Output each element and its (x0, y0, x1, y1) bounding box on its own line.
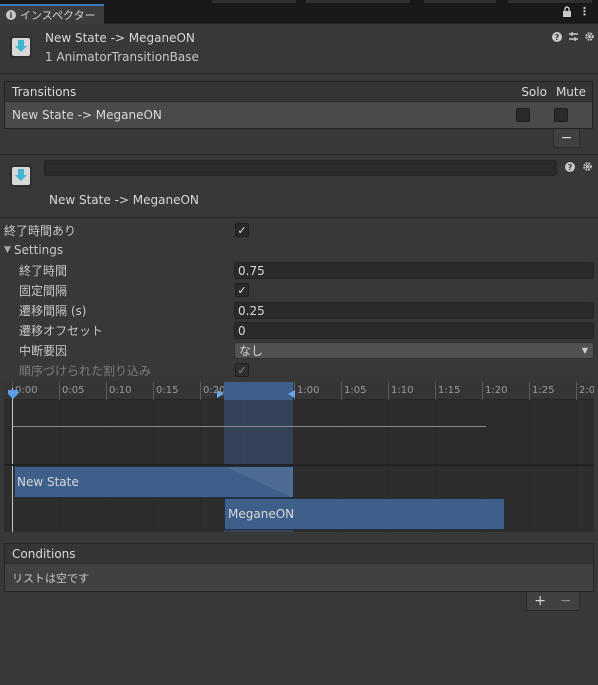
ruler-tick (153, 382, 154, 400)
ruler-tick-label: 1:25 (532, 385, 555, 396)
fixed-duration-checkbox[interactable]: ✓ (235, 283, 249, 297)
tab-inspector[interactable]: i インスペクター (0, 4, 104, 24)
source-state-label: New State (17, 475, 79, 489)
ruler-tick (200, 382, 201, 400)
tab-strip-segment (424, 0, 496, 3)
transitions-panel: Transitions Solo Mute New State -> Megan… (4, 81, 593, 129)
ruler-tick (529, 382, 530, 400)
foldout-arrow-icon: ▼ (4, 245, 11, 255)
mute-label: Mute (555, 84, 586, 99)
divider (0, 217, 598, 218)
ruler-tick-label: 1:10 (391, 385, 414, 396)
ruler-tick (388, 382, 389, 400)
conditions-header: Conditions (5, 544, 593, 564)
tab-strip-segment (306, 0, 410, 3)
has-exit-time-checkbox[interactable]: ✓ (235, 223, 249, 237)
info-icon: i (6, 10, 16, 20)
tab-strip-segment (212, 0, 296, 3)
ruler-tick-label: 1:20 (485, 385, 508, 396)
kebab-menu-icon[interactable]: ⋮ (579, 5, 590, 18)
ruler-tick-label: 2:0 (579, 385, 594, 396)
ruler-tick-label: 0:10 (109, 385, 132, 396)
gear-icon[interactable] (582, 161, 593, 175)
transition-end-handle-icon[interactable] (287, 387, 295, 401)
ruler-tick (59, 382, 60, 400)
ruler-tick-label: 1:05 (344, 385, 367, 396)
help-icon[interactable]: ? (552, 32, 562, 45)
divider (0, 154, 598, 155)
transition-row[interactable]: New State -> MeganeON (5, 102, 592, 128)
transition-icon (10, 36, 32, 58)
playhead-line (12, 388, 13, 532)
svg-text:?: ? (568, 163, 573, 172)
fixed-duration-label: 固定間隔 (19, 284, 68, 298)
settings-foldout[interactable]: ▼ Settings (4, 243, 63, 257)
tab-strip-segment (508, 0, 592, 3)
solo-checkbox[interactable] (516, 108, 530, 122)
remove-transition-button[interactable]: − (553, 129, 580, 148)
interruption-label: 中断要因 (19, 344, 68, 358)
offset-input[interactable]: 0 (234, 322, 594, 339)
tab-bar: i インスペクター ⋮ (0, 0, 598, 24)
exit-time-input[interactable]: 0.75 (234, 262, 594, 279)
ruler-tick (435, 382, 436, 400)
help-icon[interactable]: ? (565, 162, 575, 175)
transitions-heading: Transitions (12, 84, 77, 99)
transitions-header: Transitions Solo Mute (5, 82, 592, 102)
ordered-interruption-checkbox[interactable]: ✓ (235, 363, 249, 377)
transition-timeline[interactable]: 0:000:050:100:150:200:251:001:051:101:15… (4, 382, 594, 532)
lock-icon[interactable] (562, 6, 572, 20)
svg-text:?: ? (555, 33, 560, 42)
conditions-list: リストは空です (5, 564, 593, 591)
remove-condition-button[interactable]: − (560, 593, 572, 609)
gear-icon[interactable] (584, 31, 595, 45)
curve-line (12, 426, 486, 427)
header-title: New State -> MeganeON (45, 31, 195, 45)
preset-icon[interactable] (568, 31, 579, 45)
interruption-value: なし (239, 344, 264, 358)
ruler-tick-label: 0:05 (62, 385, 85, 396)
mute-checkbox[interactable] (554, 108, 568, 122)
interruption-dropdown[interactable]: なし ▼ (234, 342, 594, 359)
divider (0, 73, 598, 74)
ruler-tick (106, 382, 107, 400)
transition-row-label: New State -> MeganeON (12, 108, 162, 122)
duration-input[interactable]: 0.25 (234, 302, 594, 319)
ruler-tick (341, 382, 342, 400)
offset-label: 遷移オフセット (19, 324, 104, 338)
dest-state-label: MeganeON (228, 507, 295, 521)
transition-start-handle-icon[interactable] (217, 387, 225, 401)
chevron-down-icon: ▼ (581, 346, 588, 355)
ruler-tick (482, 382, 483, 400)
solo-label: Solo (521, 84, 547, 99)
add-condition-button[interactable]: + (534, 593, 546, 609)
conditions-heading: Conditions (12, 546, 76, 561)
has-exit-time-label: 終了時間あり (4, 224, 77, 238)
ruler-tick (576, 382, 577, 400)
duration-label: 遷移間隔 (s) (19, 304, 87, 318)
settings-label: Settings (13, 243, 64, 257)
grid-line (576, 400, 577, 532)
sub-header-title: New State -> MeganeON (49, 193, 199, 207)
timeline-ruler[interactable]: 0:000:050:100:150:200:251:001:051:101:15… (4, 382, 594, 400)
ordered-interruption-label: 順序づけられた割り込み (19, 364, 152, 378)
conditions-panel: Conditions リストは空です (4, 543, 594, 592)
grid-line (529, 400, 530, 532)
ruler-tick-label: 0:15 (156, 385, 179, 396)
header-subtitle: 1 AnimatorTransitionBase (45, 50, 199, 64)
transition-duration-ruler-highlight (224, 382, 293, 400)
transition-name-input[interactable] (44, 160, 557, 176)
exit-time-label: 終了時間 (19, 264, 68, 278)
conditions-empty-text: リストは空です (12, 571, 89, 585)
ruler-tick-label: 1:15 (438, 385, 461, 396)
playhead-marker-icon[interactable] (8, 388, 18, 402)
ruler-tick-label: 1:00 (297, 385, 320, 396)
ruler-tick-label: 0:00 (15, 385, 38, 396)
conditions-footer: + − (526, 592, 580, 611)
transition-icon (10, 165, 32, 187)
tab-title: インスペクター (20, 9, 96, 22)
